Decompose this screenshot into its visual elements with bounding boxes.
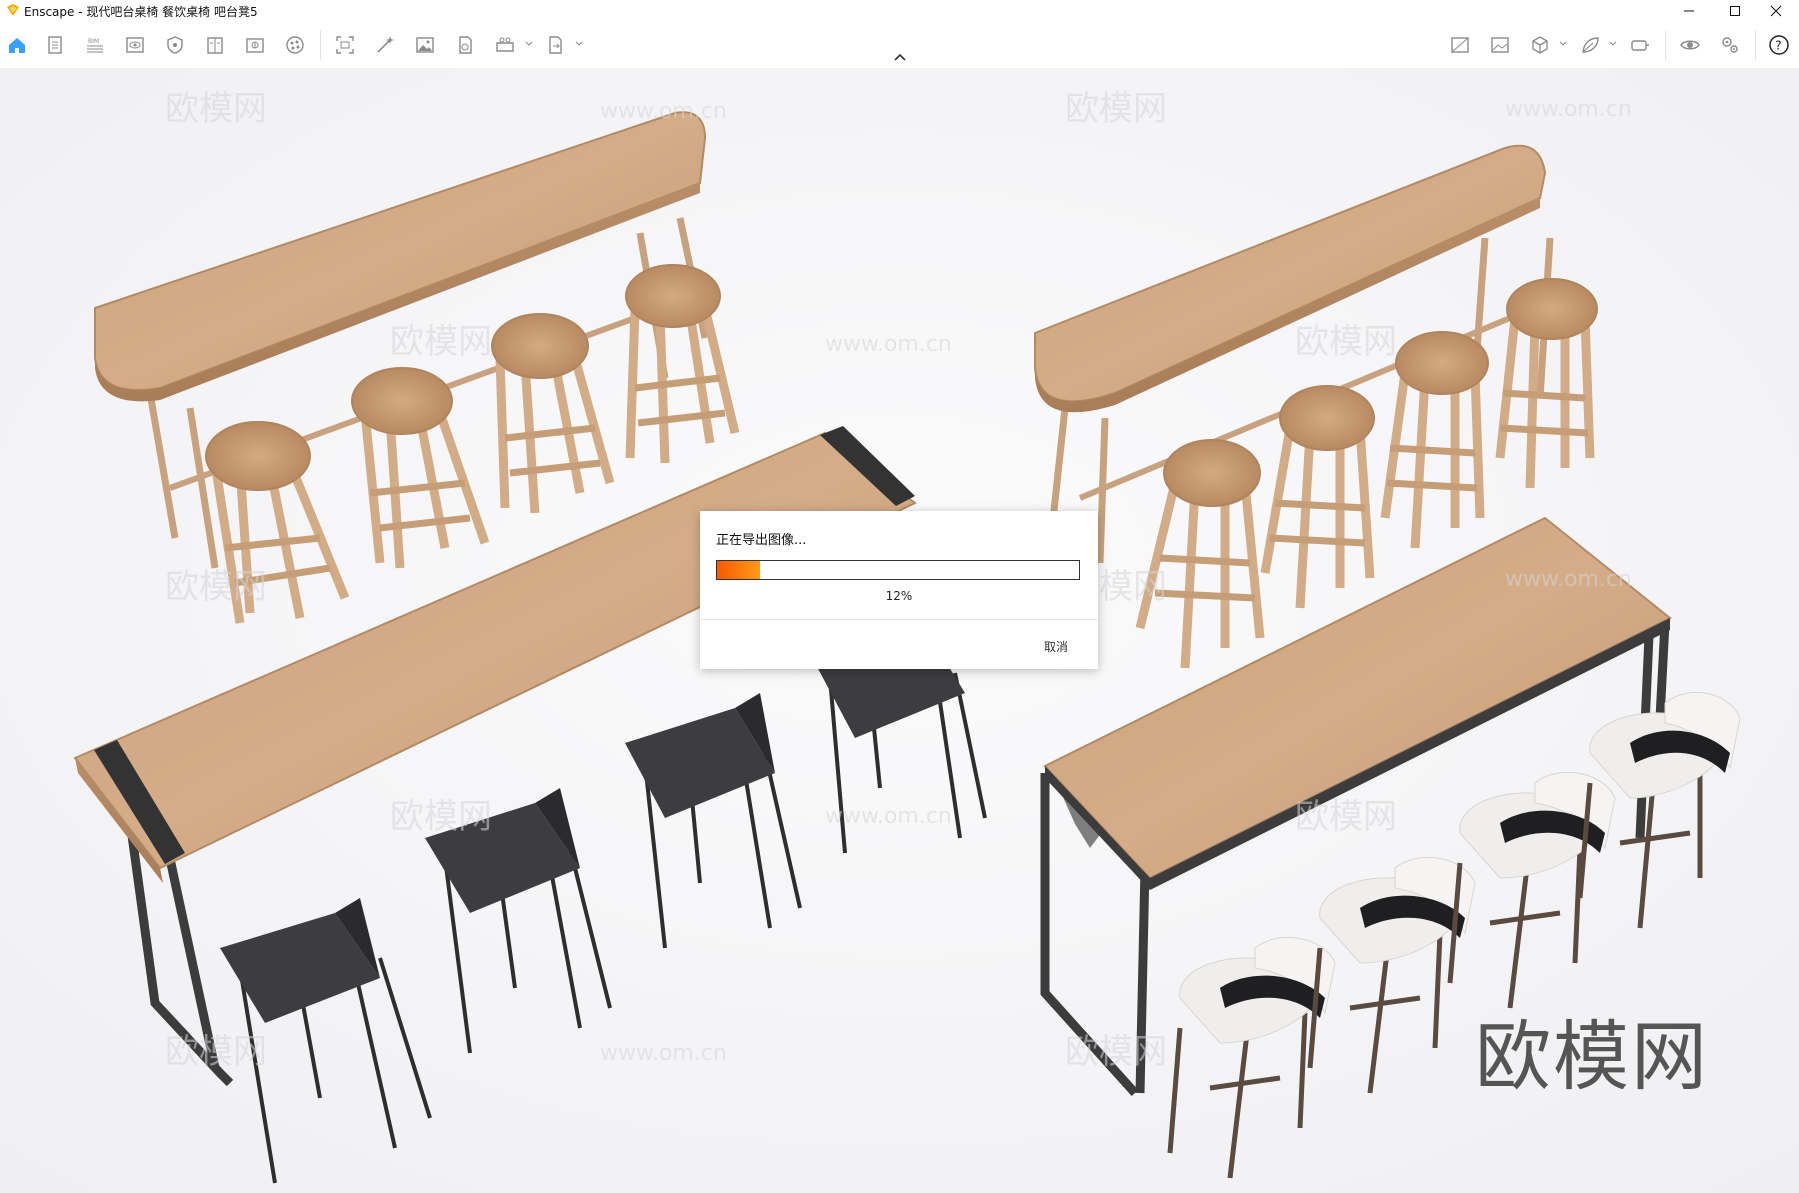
vr-headset-button[interactable]: [1627, 32, 1653, 58]
progress-percent: 12%: [885, 589, 913, 603]
compare-button[interactable]: [1447, 32, 1473, 58]
shield-button[interactable]: [162, 32, 188, 58]
cube-button[interactable]: [1527, 32, 1553, 58]
settings-button[interactable]: [1717, 32, 1743, 58]
watermark-brand: 欧模网: [165, 567, 267, 607]
visibility-icon: [1680, 40, 1700, 50]
chevron-down-icon[interactable]: [574, 38, 584, 50]
enscape-logo-icon: [7, 4, 19, 16]
watermark-site: www.om.cn: [1505, 567, 1632, 592]
minimize-button[interactable]: [1666, 0, 1712, 22]
screenshot-button[interactable]: [332, 32, 358, 58]
document-button[interactable]: [42, 32, 68, 58]
book-button[interactable]: [202, 32, 228, 58]
watermark-brand: 欧模网: [1295, 797, 1397, 837]
watermark-site: www.om.cn: [1505, 97, 1632, 122]
file-export-button[interactable]: [452, 32, 478, 58]
toolbar-separator: [320, 30, 321, 60]
visibility-button[interactable]: [1677, 32, 1703, 58]
bim-button[interactable]: BIM: [82, 32, 108, 58]
book-icon: [207, 37, 223, 54]
shield-icon: [167, 36, 183, 54]
watermark-brand: 欧模网: [390, 797, 492, 837]
batch-render-icon: [496, 37, 514, 52]
progress-fill: [717, 561, 761, 579]
document-icon: [48, 36, 62, 54]
compare-icon: [1451, 37, 1469, 53]
watermark-brand: 欧模网: [390, 322, 492, 362]
close-button[interactable]: [1753, 0, 1799, 22]
watermark-site: www.om.cn: [600, 1041, 727, 1066]
window-title: Enscape - 现代吧台桌椅 餐饮桌椅 吧台凳5: [24, 5, 258, 19]
help-icon: ?: [1769, 35, 1789, 55]
maximize-button[interactable]: [1712, 0, 1758, 22]
leaf-button[interactable]: [1577, 32, 1603, 58]
maximize-icon: [1730, 6, 1740, 16]
toolbar-separator: [1665, 30, 1666, 60]
export-button[interactable]: [542, 32, 568, 58]
home-icon: [9, 38, 25, 53]
cube-icon: [1532, 36, 1548, 54]
close-icon: [1770, 5, 1782, 17]
view-icon: [126, 37, 144, 53]
watermark-site: www.om.cn: [825, 804, 952, 829]
svg-text:?: ?: [1775, 39, 1781, 53]
watermark-site: www.om.cn: [600, 99, 727, 124]
bim-icon: BIM: [87, 38, 103, 53]
progress-bar: [716, 560, 1080, 580]
dialog-divider: [700, 619, 1098, 620]
file-export-icon: [459, 36, 472, 54]
gallery-icon: [1491, 37, 1509, 53]
minimize-icon: [1684, 10, 1694, 12]
image-icon: [416, 37, 434, 53]
watermark-site: www.om.cn: [825, 332, 952, 357]
home-button[interactable]: [4, 32, 30, 58]
magic-wand-button[interactable]: [372, 32, 398, 58]
gallery-button[interactable]: [1487, 32, 1513, 58]
screenshot-icon: [336, 36, 354, 54]
material-button[interactable]: [282, 32, 308, 58]
toolbar-separator: [1755, 30, 1756, 60]
watermark-brand: 欧模网: [1065, 1032, 1167, 1072]
settings-icon: [1722, 37, 1738, 53]
svg-text:BIM: BIM: [88, 38, 99, 45]
magic-wand-icon: [377, 36, 394, 53]
vr-headset-icon: [1631, 40, 1649, 51]
batch-render-button[interactable]: [492, 32, 518, 58]
watermark-brand: 欧模网: [1295, 322, 1397, 362]
help-button[interactable]: ?: [1766, 32, 1792, 58]
brand-watermark: 欧模网: [1475, 1012, 1709, 1101]
collapse-toolbar-icon[interactable]: [892, 52, 908, 64]
asset-library-button[interactable]: [242, 32, 268, 58]
asset-library-icon: [246, 38, 264, 53]
dialog-title: 正在导出图像...: [716, 533, 807, 548]
chevron-down-icon[interactable]: [1608, 38, 1618, 50]
chevron-down-icon[interactable]: [1558, 38, 1568, 50]
cancel-button[interactable]: 取消: [1044, 638, 1068, 655]
watermark-brand: 欧模网: [165, 89, 267, 129]
watermark-brand: 欧模网: [165, 1032, 267, 1072]
view-button[interactable]: [122, 32, 148, 58]
leaf-icon: [1582, 37, 1599, 53]
material-icon: [286, 36, 304, 54]
export-icon: [549, 36, 562, 54]
image-button[interactable]: [412, 32, 438, 58]
chevron-down-icon[interactable]: [524, 38, 534, 50]
export-progress-dialog: 正在导出图像... 12% 取消: [700, 511, 1098, 669]
title-bar: Enscape - 现代吧台桌椅 餐饮桌椅 吧台凳5: [0, 0, 1799, 22]
watermark-brand: 欧模网: [1065, 89, 1167, 129]
